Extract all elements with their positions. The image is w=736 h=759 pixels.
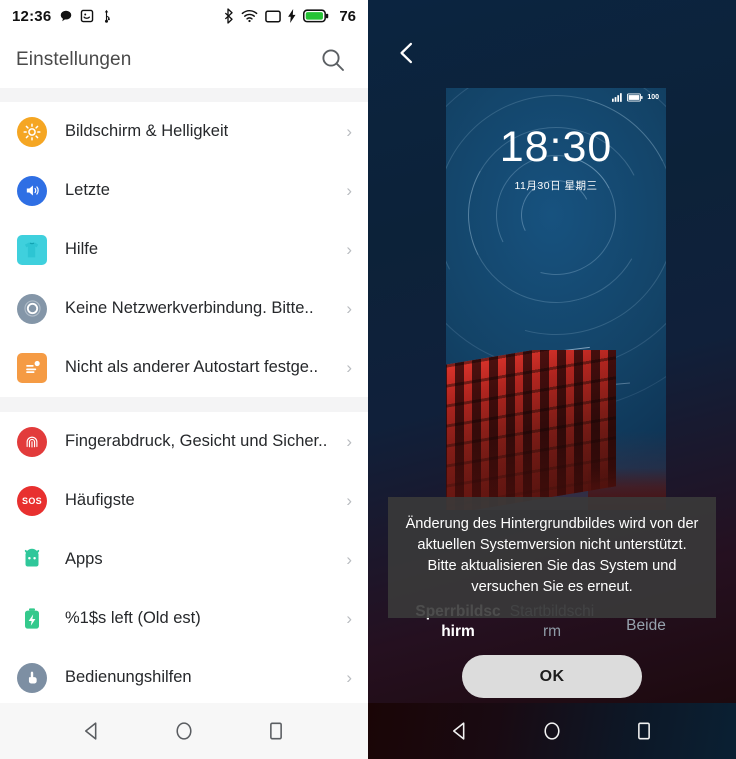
hand-pointer-icon (17, 662, 47, 693)
error-dialog: Änderung des Hintergrundbildes wird von … (388, 497, 716, 618)
settings-row-help[interactable]: Hilfe › (0, 220, 368, 279)
navigation-bar-right (368, 703, 736, 759)
chevron-right-icon: › (346, 491, 352, 510)
settings-row-security[interactable]: Fingerabdruck, Gesicht und Sicher.. › (0, 412, 368, 471)
wallpaper-picker-screen: 100 18:30 11月30日 星期三 Änderung des Hinter… (368, 0, 736, 759)
settings-row-label: %1$s left (Old est) (65, 609, 201, 627)
wifi-icon (241, 9, 258, 23)
settings-row-autostart[interactable]: Nicht als anderer Autostart festge.. › (0, 338, 368, 397)
chevron-right-icon: › (346, 299, 352, 318)
chat-bubble-icon (61, 10, 72, 22)
ring-icon (17, 293, 47, 324)
screen-cast-icon (265, 9, 282, 22)
dialog-message: Änderung des Hintergrundbildes wird von … (405, 516, 699, 596)
settings-row-accessibility[interactable]: Bedienungshilfen › (0, 648, 368, 707)
settings-row-label: Fingerabdruck, Gesicht und Sicher.. (65, 432, 328, 450)
brightness-icon (17, 116, 47, 147)
smiley-box-icon (81, 9, 94, 23)
recents-nav-icon[interactable] (265, 720, 287, 742)
sound-icon (17, 175, 47, 206)
chevron-right-icon: › (346, 240, 352, 259)
app-header: Einstellungen (0, 32, 368, 88)
chevron-right-icon: › (346, 609, 352, 628)
battery-icon (627, 93, 643, 102)
preview-status-bar: 100 (612, 93, 659, 102)
dual-phone-screenshot: 12:36 76 Einstellungen Bildschirm & Hell… (0, 0, 736, 759)
settings-row-label: Bedienungshilfen (65, 668, 192, 686)
settings-section-divider (0, 397, 368, 412)
industrial-building-silhouette (446, 350, 666, 510)
preview-date: 11月30日 星期三 (514, 180, 598, 192)
back-chevron-icon (400, 42, 413, 64)
settings-row-label: Hilfe (65, 240, 99, 258)
back-button[interactable] (390, 36, 424, 70)
home-nav-icon[interactable] (173, 720, 195, 742)
back-nav-icon[interactable] (449, 720, 471, 742)
preview-battery-level: 100 (647, 94, 659, 101)
chevron-right-icon: › (346, 668, 352, 687)
settings-row-label: Letzte (65, 181, 110, 199)
search-button[interactable] (316, 43, 350, 77)
list-top-spacer (0, 88, 368, 102)
bluetooth-icon (225, 8, 233, 24)
chevron-right-icon: › (346, 181, 352, 200)
document-icon (17, 352, 47, 383)
settings-row-sos[interactable]: SOS Häufigste › (0, 471, 368, 530)
settings-row-label: Nicht als anderer Autostart festge.. (65, 358, 319, 376)
ok-button[interactable]: OK (462, 655, 642, 698)
settings-group-2: Fingerabdruck, Gesicht und Sicher.. › SO… (0, 412, 368, 707)
signal-bars-icon (612, 93, 623, 102)
back-nav-icon[interactable] (81, 720, 103, 742)
status-bar-system-icons: 76 (222, 8, 356, 25)
settings-row-sound[interactable]: Letzte › (0, 161, 368, 220)
settings-row-label: Häufigste (65, 491, 135, 509)
preview-time: 18:30 (499, 123, 613, 171)
wallpaper-preview[interactable]: 100 18:30 11月30日 星期三 (446, 88, 666, 510)
settings-row-label: Bildschirm & Helligkeit (65, 122, 229, 140)
page-title: Einstellungen (16, 49, 132, 70)
home-nav-icon[interactable] (541, 720, 563, 742)
battery-icon (303, 9, 329, 23)
usb-icon (105, 9, 111, 23)
settings-row-network[interactable]: Keine Netzwerkverbindung. Bitte.. › (0, 279, 368, 338)
preview-lockscreen-clock: 18:30 11月30日 星期三 (446, 126, 666, 193)
chevron-right-icon: › (346, 122, 352, 141)
status-bar-notification-icons (59, 9, 112, 23)
shirt-icon (17, 234, 47, 265)
navigation-bar-left (0, 703, 368, 759)
settings-row-display[interactable]: Bildschirm & Helligkeit › (0, 102, 368, 161)
battery-percent-label: 76 (339, 7, 356, 25)
chevron-right-icon: › (346, 550, 352, 569)
recents-nav-icon[interactable] (633, 720, 655, 742)
search-icon (322, 49, 344, 71)
status-bar: 12:36 76 (0, 0, 368, 32)
status-bar-clock: 12:36 (12, 7, 52, 25)
settings-screen: 12:36 76 Einstellungen Bildschirm & Hell… (0, 0, 368, 759)
settings-row-label: Keine Netzwerkverbindung. Bitte.. (65, 299, 314, 317)
sos-icon: SOS (17, 485, 47, 516)
settings-row-apps[interactable]: Apps › (0, 530, 368, 589)
chevron-right-icon: › (346, 432, 352, 451)
settings-row-label: Apps (65, 550, 103, 568)
battery-bolt-icon (17, 604, 47, 634)
chevron-right-icon: › (346, 358, 352, 377)
charging-bolt-icon (288, 9, 296, 23)
fingerprint-icon (17, 426, 47, 457)
settings-row-battery[interactable]: %1$s left (Old est) › (0, 589, 368, 648)
settings-group-1: Bildschirm & Helligkeit › Letzte › Hilfe… (0, 102, 368, 397)
android-robot-icon (17, 545, 47, 575)
